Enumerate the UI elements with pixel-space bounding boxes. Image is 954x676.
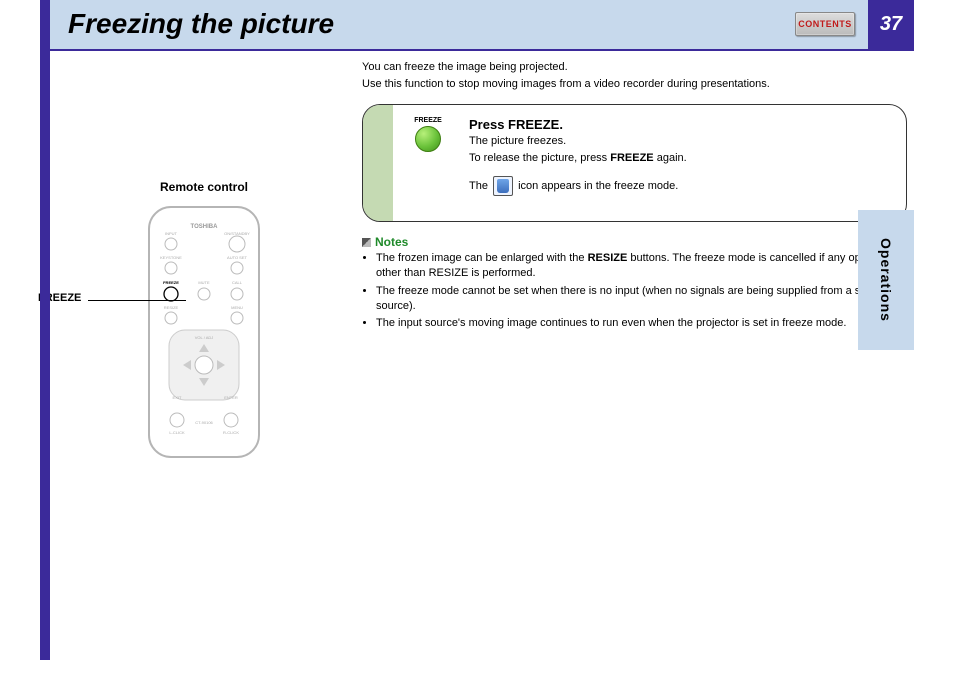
notes-list: The frozen image can be enlarged with th… [362, 251, 907, 331]
svg-text:CALL: CALL [232, 280, 243, 285]
notes-heading: Notes [362, 235, 907, 249]
svg-text:AUTO SET: AUTO SET [227, 255, 247, 260]
instruction-line-3: The icon appears in the freeze mode. [469, 176, 890, 196]
page-title: Freezing the picture [68, 8, 334, 40]
freeze-callout-line [88, 300, 186, 301]
svg-text:L-CLICK: L-CLICK [169, 430, 185, 435]
freeze-mode-icon [493, 176, 513, 196]
title-rule [50, 49, 914, 51]
svg-text:MENU: MENU [231, 305, 243, 310]
list-item: The freeze mode cannot be set when there… [376, 284, 907, 314]
svg-text:CT-90106: CT-90106 [195, 420, 213, 425]
instruction-box: FREEZE Press FREEZE. The picture freezes… [362, 104, 907, 222]
list-item: The input source's moving image continue… [376, 316, 907, 331]
instruction-text: Press FREEZE. The picture freezes. To re… [469, 117, 890, 198]
instruction-heading: Press FREEZE. [469, 117, 890, 132]
section-tab: Operations [858, 210, 914, 350]
freeze-button-caption: FREEZE [403, 117, 453, 124]
page-root: Freezing the picture CONTENTS 37 Operati… [0, 0, 954, 676]
notes-section: Notes The frozen image can be enlarged w… [362, 235, 907, 334]
notes-bullet-icon [362, 238, 371, 247]
intro-text: You can freeze the image being projected… [362, 60, 902, 94]
contents-button[interactable]: CONTENTS [795, 12, 855, 36]
svg-text:VOL / ADJ: VOL / ADJ [195, 335, 214, 340]
remote-title: Remote control [64, 180, 344, 194]
instruction-line-1: The picture freezes. [469, 134, 890, 149]
page-number: 37 [868, 0, 914, 49]
list-item: The frozen image can be enlarged with th… [376, 251, 907, 281]
svg-text:ON/STANDBY: ON/STANDBY [224, 231, 250, 236]
svg-text:RESIZE: RESIZE [164, 305, 179, 310]
svg-text:INPUT: INPUT [165, 231, 178, 236]
instruction-accent [363, 105, 393, 221]
freeze-button-icon [415, 126, 441, 152]
instruction-line-2: To release the picture, press FREEZE aga… [469, 151, 890, 166]
notes-heading-text: Notes [375, 235, 408, 249]
svg-text:KEYSTONE: KEYSTONE [160, 255, 182, 260]
svg-text:MUTE: MUTE [198, 280, 210, 285]
svg-text:EXIT: EXIT [173, 395, 182, 400]
left-stripe [40, 0, 50, 660]
svg-text:ENTER: ENTER [224, 395, 238, 400]
remote-control-diagram: Remote control FREEZE TOSHIBA ON/STANDBY… [64, 180, 344, 462]
section-tab-label: Operations [878, 238, 894, 322]
remote-brand: TOSHIBA [191, 224, 219, 230]
svg-text:FREEZE: FREEZE [163, 280, 179, 285]
intro-line-2: Use this function to stop moving images … [362, 77, 902, 92]
freeze-button-illustration: FREEZE [403, 117, 453, 198]
svg-text:R-CLICK: R-CLICK [223, 430, 239, 435]
intro-line-1: You can freeze the image being projected… [362, 60, 902, 75]
remote-svg: TOSHIBA ON/STANDBY INPUT KEYSTONE AUTO S… [129, 202, 279, 462]
